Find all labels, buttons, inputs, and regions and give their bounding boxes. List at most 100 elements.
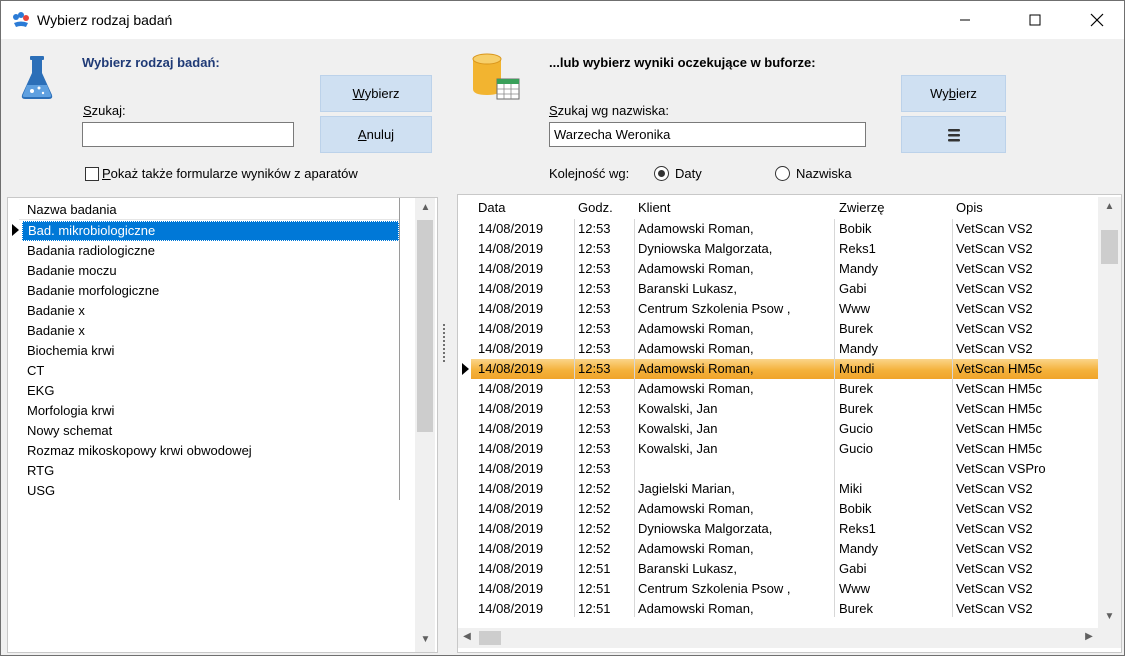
table-row[interactable]: 14/08/2019 12:53 Adamowski Roman, Bobik VetS… — [471, 219, 1098, 239]
scroll-down-icon[interactable]: ▼ — [1101, 611, 1118, 622]
table-row[interactable]: 14/08/2019 12:53 Centrum Szkolenia Psow , W… — [471, 299, 1098, 319]
scroll-thumb[interactable] — [1101, 230, 1118, 264]
menu-button[interactable] — [901, 116, 1006, 153]
cell-animal: Www — [839, 301, 871, 316]
exam-list-scrollbar[interactable]: ▲ ▼ — [415, 198, 435, 652]
cell-description: VetScan HM5c — [956, 401, 1042, 416]
scroll-thumb[interactable] — [479, 631, 501, 645]
column-header-client[interactable]: Klient — [638, 200, 834, 215]
cell-animal: Burek — [839, 381, 873, 396]
column-header-date[interactable]: Data — [478, 200, 574, 215]
scroll-right-icon[interactable]: ▶ — [1082, 631, 1096, 642]
minimize-button[interactable] — [942, 1, 988, 39]
exam-list-item[interactable]: Nowy schemat — [22, 421, 399, 441]
maximize-button[interactable] — [1012, 1, 1058, 39]
cell-time: 12:53 — [578, 281, 611, 296]
close-button[interactable] — [1074, 1, 1120, 39]
title-bar: Wybierz rodzaj badań — [1, 1, 1124, 39]
cell-animal: Gabi — [839, 561, 867, 576]
scroll-down-icon[interactable]: ▼ — [417, 634, 434, 645]
order-by-date-radio[interactable] — [654, 166, 669, 181]
table-row[interactable]: 14/08/2019 12:53 Adamowski Roman, Mundi VetS… — [471, 359, 1098, 379]
cell-animal: Mandy — [839, 541, 879, 556]
exam-list-item[interactable]: Morfologia krwi — [22, 401, 399, 421]
cell-description: VetScan VS2 — [956, 261, 1033, 276]
exam-list-item[interactable]: Badania radiologiczne — [22, 241, 399, 261]
cell-description: VetScan VS2 — [956, 501, 1033, 516]
app-window: Wybierz rodzaj badań Wybierz rodzaj bada… — [0, 0, 1125, 656]
scroll-left-icon[interactable]: ◀ — [460, 631, 474, 642]
scroll-thumb[interactable] — [417, 220, 433, 432]
table-row[interactable]: 14/08/2019 12:52 Jagielski Marian, Miki VetS… — [471, 479, 1098, 499]
table-row[interactable]: 14/08/2019 12:53 Kowalski, Jan Gucio VetScan… — [471, 419, 1098, 439]
table-row[interactable]: 14/08/2019 12:53 Adamowski Roman, Burek VetS… — [471, 379, 1098, 399]
cell-description: VetScan VS2 — [956, 541, 1033, 556]
exam-list-item[interactable]: CT — [22, 361, 399, 381]
table-row[interactable]: 14/08/2019 12:53 Dyniowska Malgorzata, Reks… — [471, 239, 1098, 259]
table-row[interactable]: 14/08/2019 12:53 Adamowski Roman, Mandy VetS… — [471, 259, 1098, 279]
table-row[interactable]: 14/08/2019 12:53 Adamowski Roman, Burek VetS… — [471, 319, 1098, 339]
scroll-up-icon[interactable]: ▲ — [1101, 201, 1118, 212]
cell-animal: Mandy — [839, 261, 879, 276]
show-device-forms-label: Pokaż także formularze wyników z aparató… — [102, 166, 358, 181]
show-device-forms-checkbox[interactable] — [85, 167, 99, 181]
cell-description: VetScan HM5c — [956, 441, 1042, 456]
order-by-date-label: Daty — [675, 166, 702, 181]
table-row[interactable]: 14/08/2019 12:52 Dyniowska Malgorzata, Reks… — [471, 519, 1098, 539]
list-gutter — [8, 198, 22, 498]
table-row[interactable]: 14/08/2019 12:53 Kowalski, Jan Gucio VetScan… — [471, 439, 1098, 459]
name-search-input[interactable] — [549, 122, 866, 147]
cell-animal: Miki — [839, 481, 863, 496]
cell-client: Adamowski Roman, — [638, 381, 754, 396]
column-header-description[interactable]: Opis — [956, 200, 1096, 215]
cell-description: VetScan VS2 — [956, 521, 1033, 536]
cancel-button[interactable]: Anuluj — [320, 116, 432, 153]
cell-client: Dyniowska Malgorzata, — [638, 241, 773, 256]
table-row[interactable]: 14/08/2019 12:51 Baranski Lukasz, Gabi VetSc… — [471, 559, 1098, 579]
table-row[interactable]: 14/08/2019 12:51 Adamowski Roman, Burek VetS… — [471, 599, 1098, 619]
choose-buffer-button[interactable]: Wy b ierz — [901, 75, 1006, 112]
scroll-up-icon[interactable]: ▲ — [417, 202, 434, 213]
exam-search-input[interactable] — [82, 122, 294, 147]
exam-list-item[interactable]: USG — [22, 481, 399, 501]
table-row[interactable]: 14/08/2019 12:53 Kowalski, Jan Burek VetScan… — [471, 399, 1098, 419]
cell-description: VetScan VS2 — [956, 581, 1033, 596]
grid-horizontal-scrollbar[interactable]: ◀ ▶ — [458, 628, 1098, 648]
table-row[interactable]: 14/08/2019 12:53 Baranski Lukasz, Gabi VetSc… — [471, 279, 1098, 299]
table-row[interactable]: 14/08/2019 12:53 VetScan VSPro — [471, 459, 1098, 479]
table-row[interactable]: 14/08/2019 12:52 Adamowski Roman, Mandy VetS… — [471, 539, 1098, 559]
row-indicator-icon — [462, 363, 469, 375]
cell-time: 12:51 — [578, 581, 611, 596]
exam-list-item[interactable]: Badanie x — [22, 321, 399, 341]
splitter-grip-icon[interactable] — [443, 323, 445, 363]
exam-list-item[interactable]: Badanie morfologiczne — [22, 281, 399, 301]
cell-animal: Www — [839, 581, 871, 596]
column-header-animal[interactable]: Zwierzę — [839, 200, 955, 215]
table-row[interactable]: 14/08/2019 12:51 Centrum Szkolenia Psow , W… — [471, 579, 1098, 599]
exam-list-item[interactable]: RTG — [22, 461, 399, 481]
cell-date: 14/08/2019 — [478, 521, 544, 536]
cell-time: 12:53 — [578, 361, 611, 376]
exam-list-item[interactable]: EKG — [22, 381, 399, 401]
table-row[interactable]: 14/08/2019 12:53 Adamowski Roman, Mandy VetS… — [471, 339, 1098, 359]
name-search-label: Szukaj wg nazwiska: — [549, 103, 669, 118]
cell-client: Adamowski Roman, — [638, 221, 754, 236]
choose-exam-button[interactable]: Wybierz — [320, 75, 432, 112]
exam-list-item[interactable]: Rozmaz mikoskopowy krwi obwodowej — [22, 441, 399, 461]
exam-list-item[interactable]: Bad. mikrobiologiczne — [22, 221, 399, 241]
cell-date: 14/08/2019 — [478, 281, 544, 296]
table-row[interactable]: 14/08/2019 12:52 Adamowski Roman, Bobik VetS… — [471, 499, 1098, 519]
window-title: Wybierz rodzaj badań — [37, 12, 173, 28]
cell-time: 12:53 — [578, 441, 611, 456]
column-header-time[interactable]: Godz. — [578, 200, 634, 215]
grid-vertical-scrollbar[interactable]: ▲ ▼ — [1098, 197, 1121, 628]
exam-list-item[interactable]: Badanie moczu — [22, 261, 399, 281]
list-column-header[interactable]: Nazwa badania — [19, 198, 399, 220]
order-by-name-radio[interactable] — [775, 166, 790, 181]
cell-animal: Gabi — [839, 281, 867, 296]
cell-client: Kowalski, Jan — [638, 441, 718, 456]
cell-date: 14/08/2019 — [478, 561, 544, 576]
cell-client: Centrum Szkolenia Psow , — [638, 301, 791, 316]
exam-list-item[interactable]: Biochemia krwi — [22, 341, 399, 361]
exam-list-item[interactable]: Badanie x — [22, 301, 399, 321]
